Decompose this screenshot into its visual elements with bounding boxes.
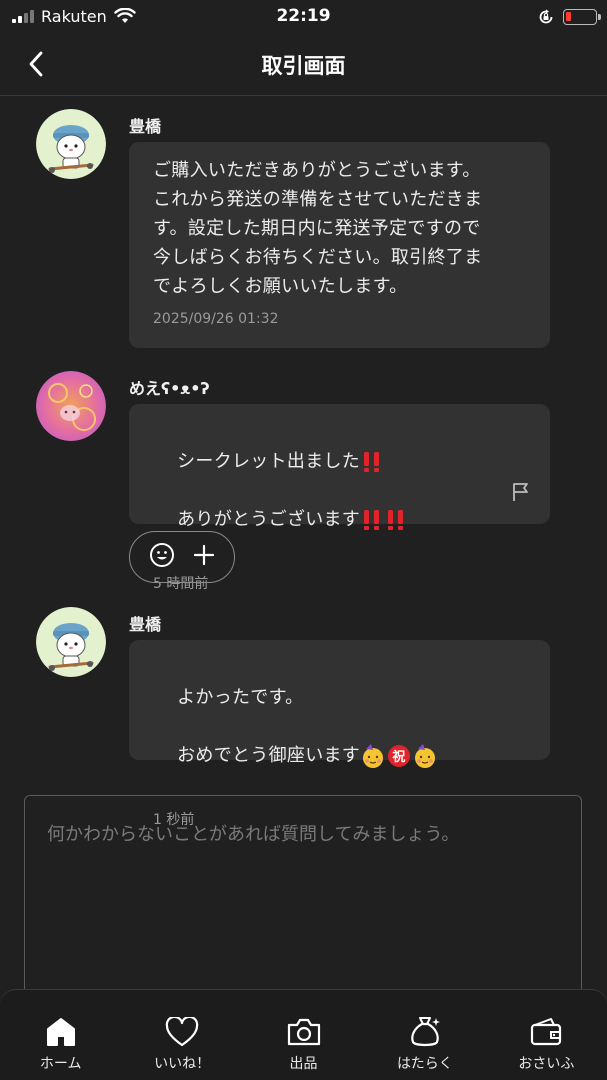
status-bar: Rakuten 22:19 <box>0 0 607 34</box>
sender-name: 豊橋 <box>129 117 162 136</box>
reaction-bar <box>129 531 235 583</box>
report-button[interactable] <box>512 482 530 506</box>
avatar[interactable] <box>36 371 106 441</box>
celebration-kanji-icon: 祝 <box>388 745 411 767</box>
smiley-icon <box>150 543 174 567</box>
avatar[interactable] <box>36 109 106 179</box>
message-line: よかったです。 <box>177 687 304 708</box>
message-input[interactable] <box>47 820 559 1000</box>
wallet-icon <box>531 1018 562 1046</box>
message-timestamp: 2025/09/26 01:32 <box>153 311 279 327</box>
plus-icon <box>193 544 215 566</box>
heart-icon <box>165 1017 199 1047</box>
sender-name: 豊橋 <box>129 615 162 634</box>
flag-icon <box>513 483 528 501</box>
message-bubble: ご購入いただきありがとうございます。 これから発送の準備をさせていただきま す。… <box>129 142 550 348</box>
tab-likes[interactable]: いいね！ <box>121 990 242 1080</box>
tab-label: はたらく <box>397 1056 453 1072</box>
tab-label: ホーム <box>39 1056 82 1072</box>
message-text: ご購入いただきありがとうございます。 これから発送の準備をさせていただきま す。… <box>153 160 483 297</box>
status-time: 22:19 <box>276 6 331 26</box>
party-face-icon <box>363 744 384 768</box>
svg-text:祝: 祝 <box>392 749 405 765</box>
penguin-avatar-icon <box>36 109 106 179</box>
camera-icon <box>287 1018 320 1046</box>
rotation-lock-icon <box>539 9 553 24</box>
tab-wallet[interactable]: おさいふ <box>486 990 607 1080</box>
home-icon <box>46 1018 75 1046</box>
tab-label: 出品 <box>289 1056 318 1072</box>
message-line: ありがとうございます <box>177 509 361 530</box>
page-title: 取引画面 <box>261 54 346 78</box>
tab-bar: ホーム いいね！ 出品 はたらく おさいふ <box>0 989 607 1080</box>
tab-label: おさいふ <box>518 1056 575 1072</box>
avatar[interactable] <box>36 607 106 677</box>
double-exclamation-icon <box>388 510 404 530</box>
party-face-icon <box>415 744 436 768</box>
tab-work[interactable]: はたらく <box>364 990 485 1080</box>
message-bubble: よかったです。 おめでとう御座います祝 1 秒前 <box>129 640 550 828</box>
nav-bar: 取引画面 <box>0 34 607 96</box>
message-bubble: シークレット出ました ありがとうございます 5 時間前 <box>129 404 550 592</box>
penguin-avatar-icon <box>36 607 106 677</box>
add-button[interactable] <box>193 544 215 570</box>
tab-label: いいね！ <box>154 1056 211 1072</box>
double-exclamation-icon <box>364 452 380 472</box>
message-text: よかったです。 おめでとう御座います 祝 <box>153 654 526 799</box>
battery-icon <box>563 9 601 25</box>
money-bag-icon <box>411 1017 440 1047</box>
add-reaction-button[interactable] <box>149 542 175 572</box>
message-line: おめでとう御座います <box>177 745 361 766</box>
tab-home[interactable]: ホーム <box>0 990 121 1080</box>
double-exclamation-icon <box>364 510 380 530</box>
message-line: シークレット出ました <box>177 451 361 472</box>
sender-name: めえʕ•ᴥ•ʔ <box>129 379 210 398</box>
pink-pattern-avatar-icon <box>36 371 106 441</box>
tab-listing[interactable]: 出品 <box>243 990 364 1080</box>
